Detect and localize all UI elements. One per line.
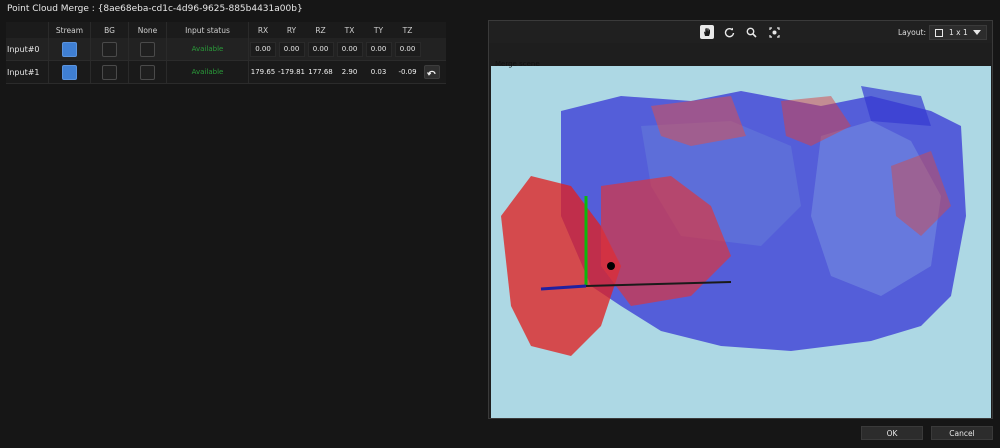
ok-button[interactable]: OK — [861, 426, 923, 440]
cancel-button[interactable]: Cancel — [931, 426, 993, 440]
tz-value[interactable]: -0.09 — [398, 68, 416, 76]
rz-field[interactable]: 0.00 — [307, 41, 334, 57]
header-ry: RY — [286, 25, 297, 35]
rz-value[interactable]: 177.68 — [308, 68, 333, 76]
layout-label: Layout: — [897, 28, 926, 37]
point-cloud-canvas[interactable] — [491, 66, 991, 418]
header-rz: RZ — [315, 25, 326, 35]
tz-field[interactable]: 0.00 — [394, 41, 421, 57]
input-table: Stream BG None Input status RX RY RZ TX … — [6, 22, 446, 84]
layout-square-icon — [935, 28, 943, 37]
layout-value: 1 x 1 — [949, 28, 968, 37]
ry-field[interactable]: 0.00 — [278, 41, 305, 57]
merge-scene-viewer: Layout: 1 x 1 Merge scene — [488, 20, 993, 419]
table-header: Stream BG None Input status RX RY RZ TX … — [6, 22, 446, 38]
window-title: Point Cloud Merge : {8ae68eba-cd1c-4d96-… — [7, 4, 303, 14]
fit-view-icon — [768, 26, 780, 38]
none-checkbox[interactable] — [140, 41, 155, 57]
stream-checkbox[interactable] — [62, 64, 77, 80]
rotate-icon — [724, 27, 734, 37]
chevron-down-icon — [973, 30, 981, 35]
header-extra — [422, 22, 442, 38]
fit-view-button[interactable] — [767, 25, 781, 39]
header-name — [6, 22, 48, 38]
zoom-tool-button[interactable] — [744, 25, 758, 39]
rotate-tool-button[interactable] — [722, 25, 736, 39]
none-checkbox[interactable] — [140, 64, 155, 80]
header-bg: BG — [90, 22, 128, 38]
pan-tool-button[interactable] — [700, 25, 714, 39]
header-status: Input status — [166, 22, 248, 38]
header-stream: Stream — [48, 22, 90, 38]
viewer-toolbar: Layout: 1 x 1 — [489, 21, 992, 43]
rx-value[interactable]: 179.65 — [251, 68, 276, 76]
header-none: None — [128, 22, 166, 38]
tx-field[interactable]: 0.00 — [336, 41, 363, 57]
zoom-icon — [746, 27, 757, 38]
stream-checkbox[interactable] — [62, 41, 77, 57]
bg-checkbox[interactable] — [102, 41, 117, 57]
input-name: Input#1 — [7, 67, 40, 77]
header-rx: RX — [248, 22, 277, 38]
rx-field[interactable]: 0.00 — [250, 41, 276, 57]
header-ty: TY — [373, 25, 384, 35]
bg-checkbox[interactable] — [102, 64, 117, 80]
tx-value[interactable]: 2.90 — [342, 68, 358, 76]
ry-value[interactable]: -179.81 — [278, 68, 305, 76]
table-row[interactable]: Input#1 Available 179.65 -179.81 177.68 … — [6, 61, 446, 84]
reset-transform-button[interactable] — [424, 65, 440, 79]
undo-icon — [427, 70, 436, 76]
pan-hand-icon — [704, 28, 710, 36]
input-status: Available — [191, 68, 224, 76]
input-name: Input#0 — [7, 44, 40, 54]
header-tz: TZ — [402, 25, 413, 35]
ty-value[interactable]: 0.03 — [371, 68, 387, 76]
layout-dropdown[interactable]: 1 x 1 — [929, 25, 987, 40]
ty-field[interactable]: 0.00 — [365, 41, 392, 57]
header-tx: TX — [344, 25, 355, 35]
input-status: Available — [191, 45, 224, 53]
scene-label: Merge scene — [495, 60, 540, 68]
table-row[interactable]: Input#0 Available 0.00 0.00 0.00 0.00 0.… — [6, 38, 446, 61]
